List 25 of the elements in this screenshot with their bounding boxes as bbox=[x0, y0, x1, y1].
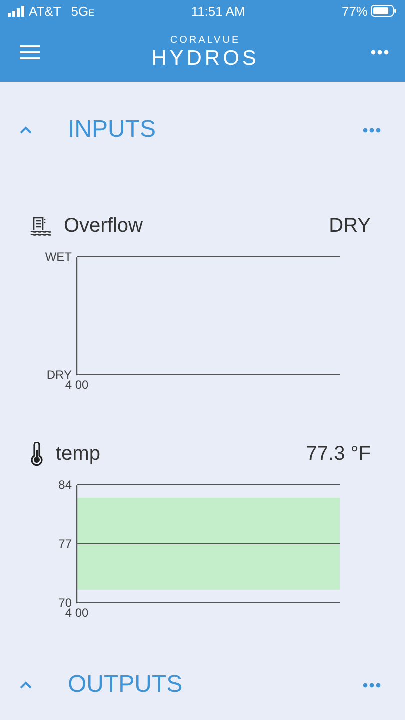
thermometer-icon bbox=[30, 442, 44, 466]
input-name: Overflow bbox=[64, 214, 144, 238]
brand-subtitle: CORALVUE bbox=[170, 36, 241, 46]
input-reading: 77.3 °F bbox=[306, 442, 371, 466]
battery-percent: 77% bbox=[342, 4, 368, 18]
input-name: temp bbox=[56, 442, 102, 466]
more-icon[interactable] bbox=[370, 50, 389, 54]
more-icon[interactable] bbox=[363, 128, 381, 132]
network-type: 5GE bbox=[71, 4, 95, 18]
carrier-name: AT&T bbox=[29, 4, 62, 18]
collapse-icon[interactable] bbox=[20, 126, 32, 134]
more-icon[interactable] bbox=[363, 682, 381, 688]
axis-label: WET bbox=[45, 250, 72, 264]
battery-icon bbox=[371, 5, 397, 17]
signal-icon bbox=[8, 6, 25, 16]
section-title: INPUTS bbox=[68, 116, 158, 144]
axis-label: 77 bbox=[58, 537, 72, 551]
section-title: OUTPUTS bbox=[68, 671, 184, 699]
menu-icon[interactable] bbox=[20, 44, 40, 60]
tank-icon bbox=[30, 216, 52, 236]
input-reading: DRY bbox=[329, 214, 371, 238]
brand-logo: HYDROS bbox=[152, 48, 260, 68]
axis-label: 84 bbox=[58, 478, 72, 492]
clock-time: 11:51 AM bbox=[191, 4, 246, 18]
collapse-icon[interactable] bbox=[20, 681, 32, 689]
